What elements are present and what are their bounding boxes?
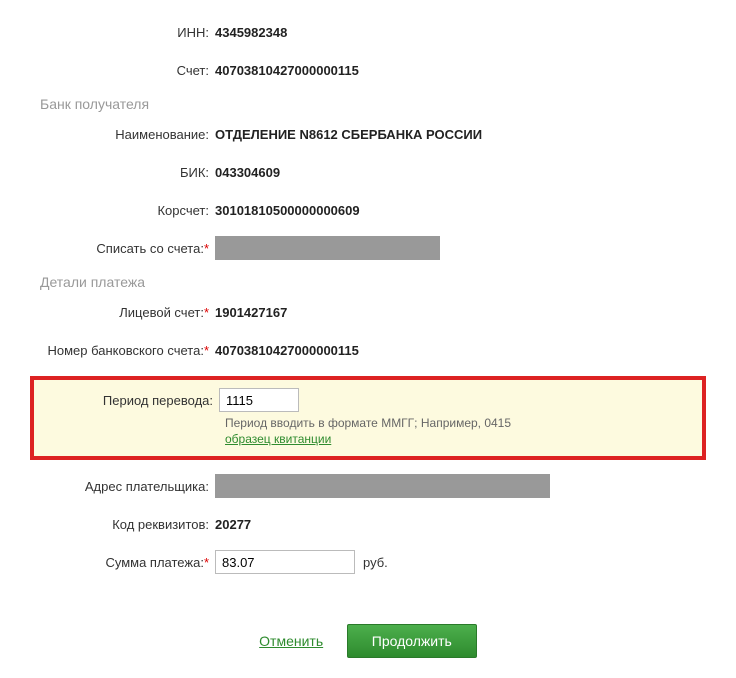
inn-value: 4345982348 xyxy=(215,25,287,40)
bank-section-header: Банк получателя xyxy=(40,96,696,112)
corr-account-row: Корсчет: 30101810500000000609 xyxy=(40,198,696,222)
payment-amount-input[interactable] xyxy=(215,550,355,574)
debit-account-label: Списать со счета:* xyxy=(40,241,215,256)
transfer-period-hint: Период вводить в формате ММГГ; Например,… xyxy=(225,416,692,430)
requisites-code-label: Код реквизитов: xyxy=(40,517,215,532)
transfer-period-highlight: Период перевода: Период вводить в формат… xyxy=(30,376,706,460)
continue-button[interactable]: Продолжить xyxy=(347,624,477,658)
bik-row: БИК: 043304609 xyxy=(40,160,696,184)
payment-amount-row: Сумма платежа:* руб. xyxy=(40,550,696,574)
account-label: Счет: xyxy=(40,63,215,78)
debit-account-select[interactable] xyxy=(215,236,440,260)
bik-label: БИК: xyxy=(40,165,215,180)
required-marker: * xyxy=(204,555,209,570)
bank-account-num-label: Номер банковского счета:* xyxy=(40,343,215,358)
inn-row: ИНН: 4345982348 xyxy=(40,20,696,44)
bank-name-value: ОТДЕЛЕНИЕ N8612 СБЕРБАНКА РОССИИ xyxy=(215,127,482,142)
receipt-sample-link[interactable]: образец квитанции xyxy=(225,432,331,446)
payment-form: ИНН: 4345982348 Счет: 407038104270000001… xyxy=(0,0,736,678)
bank-account-num-value: 40703810427000000115 xyxy=(215,343,359,358)
bik-value: 043304609 xyxy=(215,165,280,180)
requisites-code-value: 20277 xyxy=(215,517,251,532)
personal-account-row: Лицевой счет:* 1901427167 xyxy=(40,300,696,324)
bank-name-row: Наименование: ОТДЕЛЕНИЕ N8612 СБЕРБАНКА … xyxy=(40,122,696,146)
transfer-period-row: Период перевода: xyxy=(44,388,692,412)
personal-account-value: 1901427167 xyxy=(215,305,287,320)
transfer-period-label: Период перевода: xyxy=(44,393,219,408)
debit-account-row: Списать со счета:* xyxy=(40,236,696,260)
bank-name-label: Наименование: xyxy=(40,127,215,142)
account-value: 40703810427000000115 xyxy=(215,63,359,78)
details-section-header: Детали платежа xyxy=(40,274,696,290)
bank-account-num-row: Номер банковского счета:* 40703810427000… xyxy=(40,338,696,362)
payer-address-input[interactable] xyxy=(215,474,550,498)
inn-label: ИНН: xyxy=(40,25,215,40)
transfer-period-input[interactable] xyxy=(219,388,299,412)
payer-address-label: Адрес плательщика: xyxy=(40,479,215,494)
requisites-code-row: Код реквизитов: 20277 xyxy=(40,512,696,536)
currency-unit: руб. xyxy=(363,555,388,570)
account-row: Счет: 40703810427000000115 xyxy=(40,58,696,82)
personal-account-label: Лицевой счет:* xyxy=(40,305,215,320)
corr-account-label: Корсчет: xyxy=(40,203,215,218)
required-marker: * xyxy=(204,305,209,320)
required-marker: * xyxy=(204,241,209,256)
required-marker: * xyxy=(204,343,209,358)
corr-account-value: 30101810500000000609 xyxy=(215,203,360,218)
cancel-link[interactable]: Отменить xyxy=(259,633,323,649)
form-actions: Отменить Продолжить xyxy=(40,624,696,658)
payment-amount-label: Сумма платежа:* xyxy=(40,555,215,570)
payer-address-row: Адрес плательщика: xyxy=(40,474,696,498)
